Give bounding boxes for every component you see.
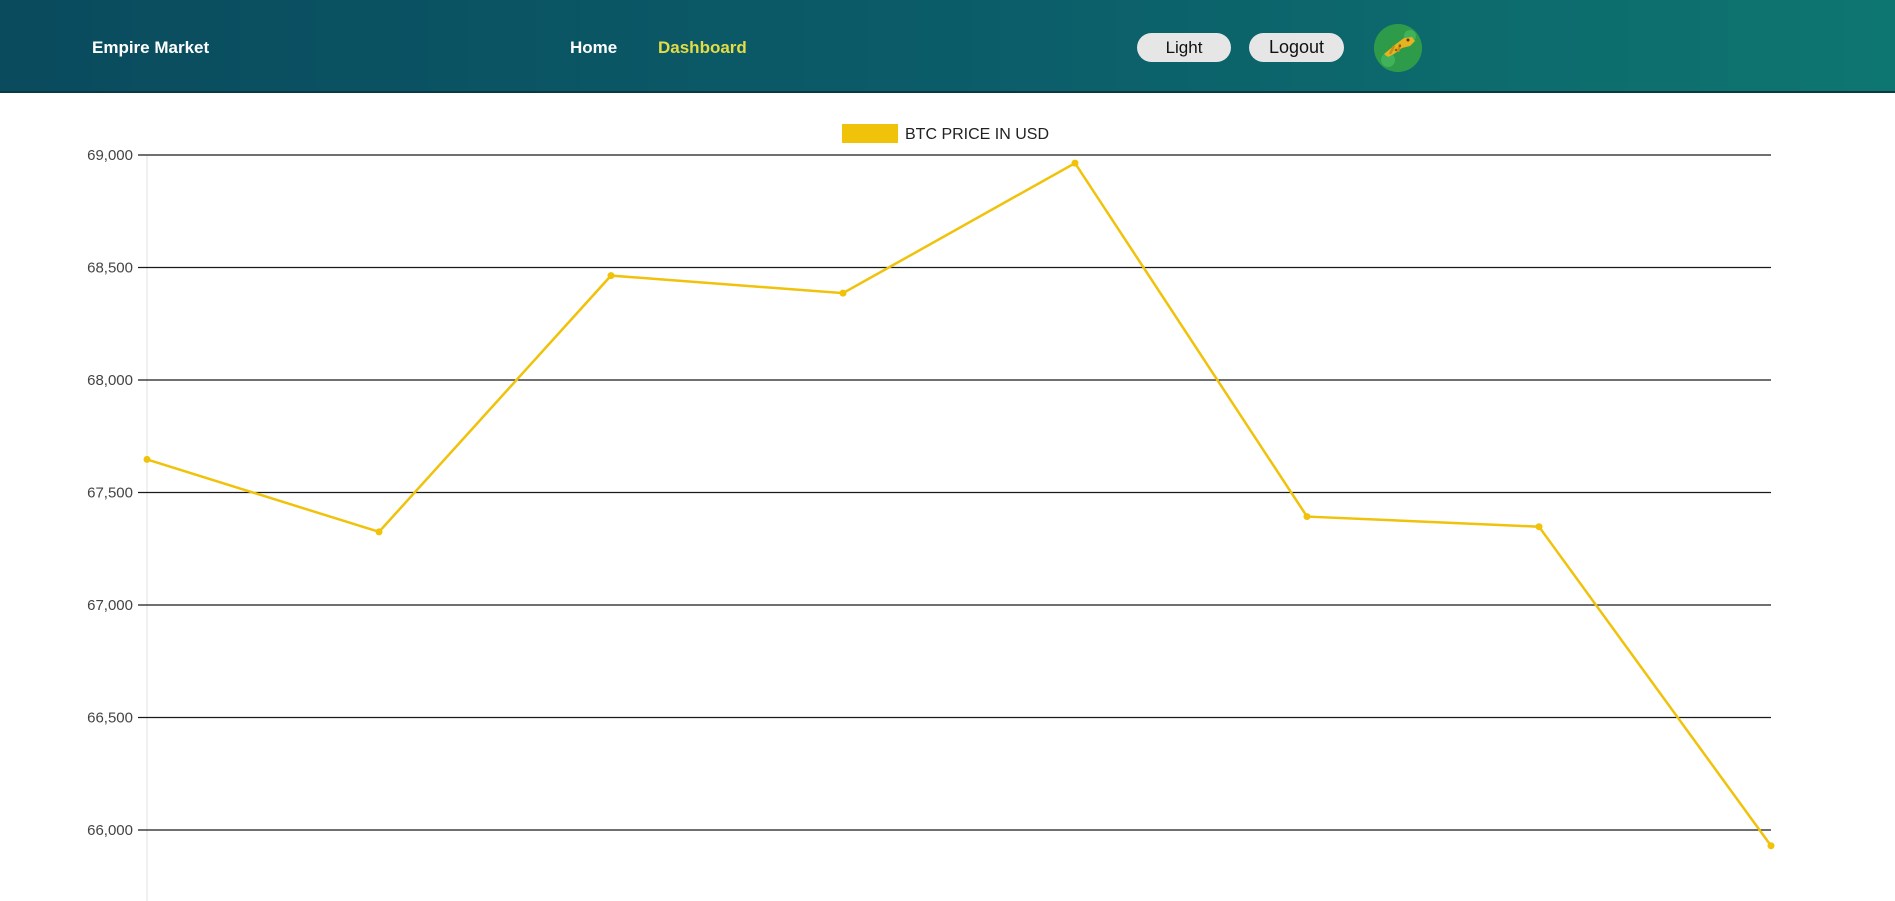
y-tick-label: 68,000 [87, 372, 133, 389]
theme-toggle-button[interactable]: Light [1137, 33, 1231, 62]
line-chart: 66,000 66,500 67,000 67,500 68,000 68,500 69,0… [87, 124, 1775, 901]
cheetah-avatar-icon [1374, 24, 1422, 72]
data-point [143, 455, 151, 463]
btc-price-chart: 66,000 66,500 67,000 67,500 68,000 68,500 69,0… [0, 95, 1895, 901]
y-tick-label: 67,000 [87, 597, 133, 614]
data-point [1535, 523, 1543, 531]
nav-link-home[interactable]: Home [570, 38, 617, 58]
data-point [1071, 159, 1079, 167]
avatar[interactable] [1374, 24, 1422, 72]
y-tick-label: 66,000 [87, 822, 133, 839]
brand-name[interactable]: Empire Market [92, 38, 209, 58]
data-point [375, 528, 383, 536]
legend-label: BTC PRICE IN USD [905, 126, 1049, 143]
legend-swatch [842, 124, 898, 143]
nav-link-dashboard[interactable]: Dashboard [658, 38, 747, 58]
data-point [607, 272, 615, 280]
y-tick-label: 67,500 [87, 485, 133, 502]
y-tick-label: 69,000 [87, 147, 133, 164]
top-navbar: Empire Market Home Dashboard Light Logou… [0, 0, 1895, 93]
data-point [1303, 513, 1311, 521]
logout-button[interactable]: Logout [1249, 33, 1344, 62]
data-point [839, 289, 847, 297]
data-point [1767, 842, 1775, 850]
y-tick-label: 68,500 [87, 260, 133, 277]
series-line [146, 161, 1773, 847]
y-tick-label: 66,500 [87, 710, 133, 727]
